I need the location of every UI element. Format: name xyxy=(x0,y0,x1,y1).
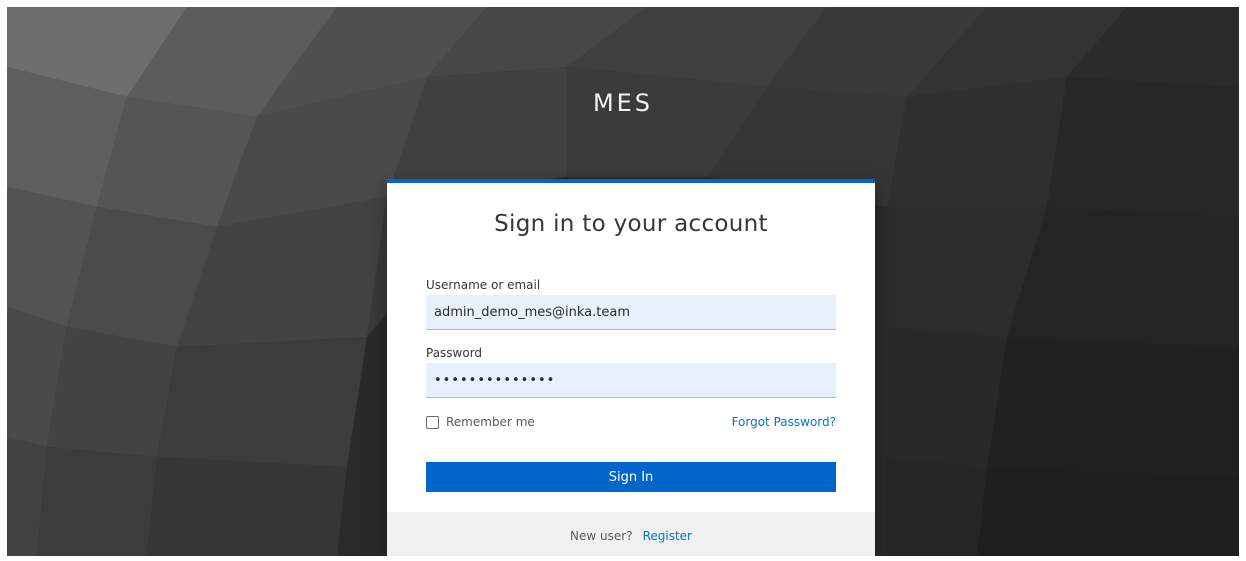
remember-me[interactable]: Remember me xyxy=(426,415,535,429)
register-link[interactable]: Register xyxy=(643,529,692,543)
sign-in-button[interactable]: Sign In xyxy=(426,462,836,492)
card-footer: New user? Register xyxy=(387,512,875,556)
login-card: Sign in to your account Username or emai… xyxy=(387,179,875,556)
remember-me-checkbox[interactable] xyxy=(426,415,439,429)
username-label: Username or email xyxy=(426,278,541,292)
password-input[interactable] xyxy=(426,363,836,398)
login-page: MES Sign in to your account Username or … xyxy=(7,7,1239,556)
username-input[interactable] xyxy=(426,295,836,330)
realm-title: MES xyxy=(592,89,654,117)
remember-me-label: Remember me xyxy=(446,415,535,429)
new-user-text: New user? xyxy=(570,528,633,543)
page-title: Sign in to your account xyxy=(494,211,768,237)
password-label: Password xyxy=(426,346,483,360)
forgot-password-link[interactable]: Forgot Password? xyxy=(732,415,836,429)
